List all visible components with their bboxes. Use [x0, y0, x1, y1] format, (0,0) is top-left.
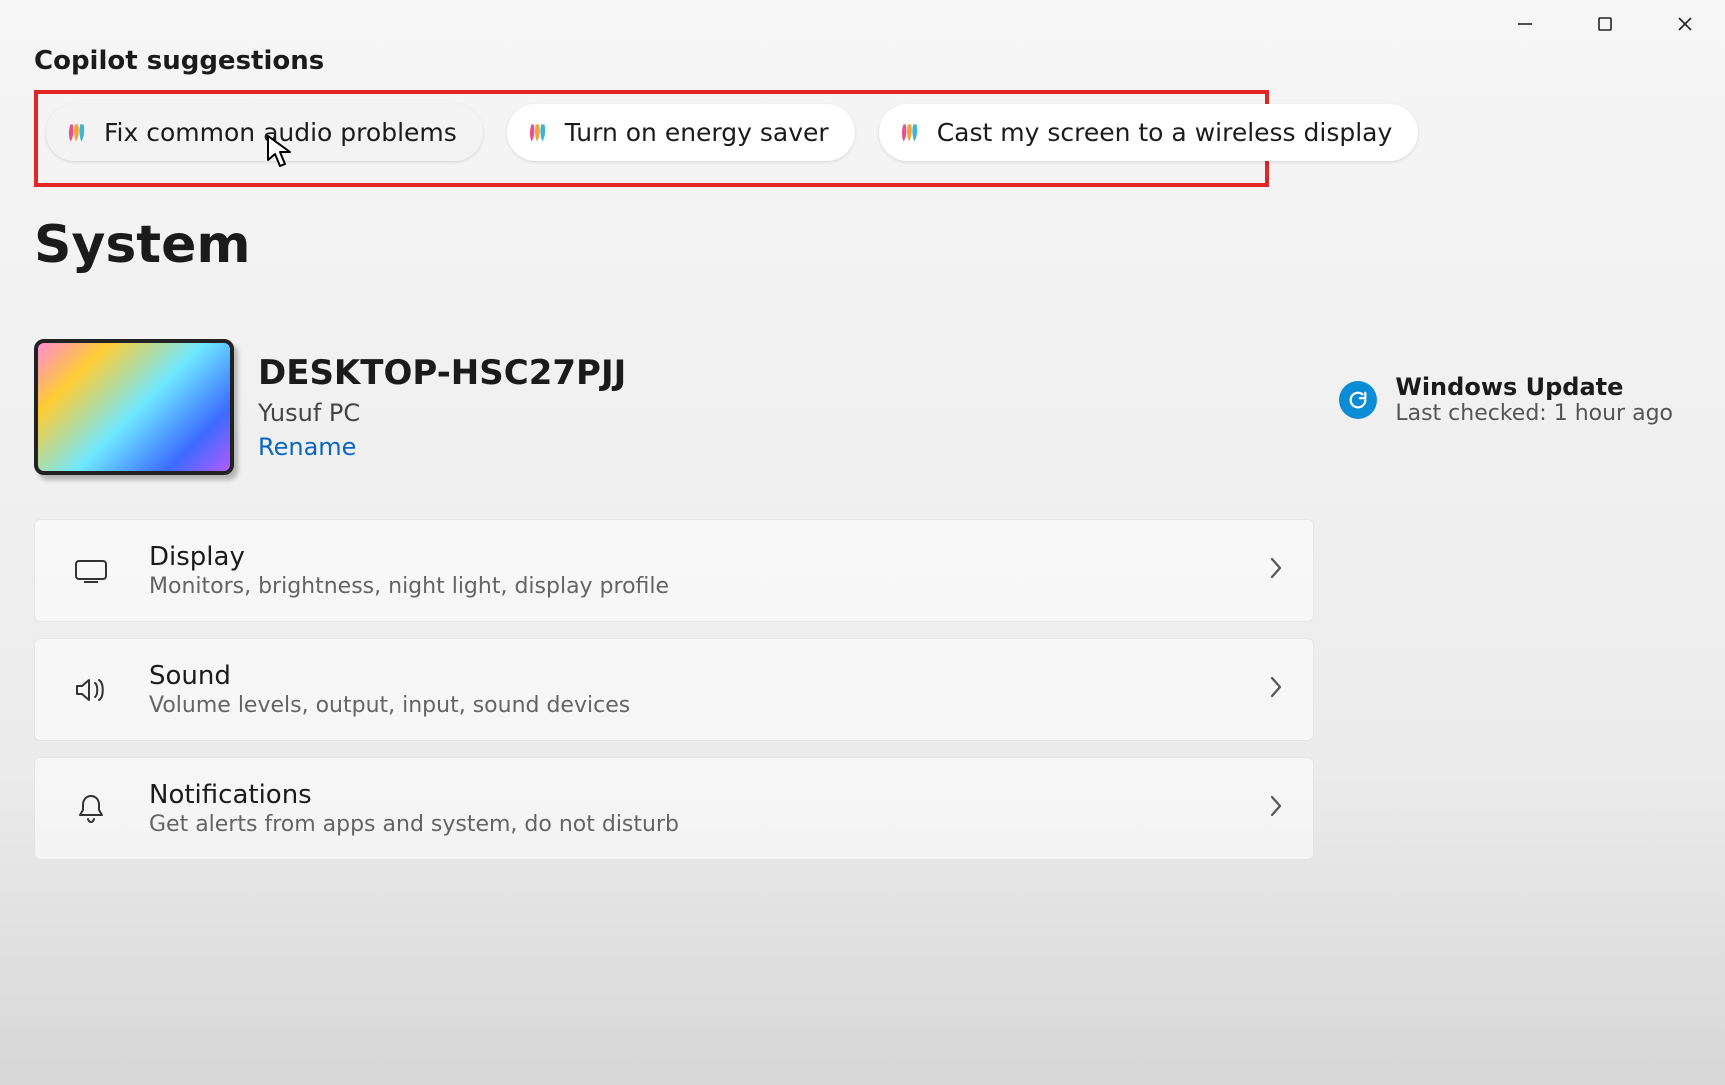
maximize-button[interactable] [1583, 8, 1627, 40]
page-title: System [34, 215, 1691, 275]
settings-card-list: Display Monitors, brightness, night ligh… [34, 519, 1691, 860]
update-text: Windows Update Last checked: 1 hour ago [1395, 373, 1673, 426]
chevron-right-icon [1269, 557, 1283, 585]
chevron-right-icon [1269, 795, 1283, 823]
bell-icon [69, 793, 113, 825]
copilot-chip-audio[interactable]: Fix common audio problems [46, 104, 483, 161]
copilot-chip-energy[interactable]: Turn on energy saver [507, 104, 855, 161]
window-controls [1503, 8, 1707, 40]
windows-update-title: Windows Update [1395, 373, 1673, 401]
chevron-right-icon [1269, 676, 1283, 704]
minimize-button[interactable] [1503, 8, 1547, 40]
copilot-suggestions-highlight: Fix common audio problems Turn on energy… [34, 90, 1269, 187]
card-title: Sound [149, 661, 1233, 691]
sound-icon [69, 675, 113, 705]
windows-update-block[interactable]: Windows Update Last checked: 1 hour ago [1339, 373, 1673, 426]
maximize-icon [1597, 16, 1613, 32]
minimize-icon [1517, 16, 1533, 32]
chip-label: Fix common audio problems [104, 118, 457, 147]
display-icon [69, 557, 113, 585]
chip-label: Cast my screen to a wireless display [937, 118, 1393, 147]
device-meta: DESKTOP-HSC27PJJ Yusuf PC Rename [258, 353, 626, 461]
settings-item-sound[interactable]: Sound Volume levels, output, input, soun… [34, 638, 1314, 741]
device-name: DESKTOP-HSC27PJJ [258, 353, 626, 393]
card-title: Display [149, 542, 1233, 572]
close-icon [1677, 16, 1693, 32]
chip-label: Turn on energy saver [565, 118, 829, 147]
refresh-icon [1339, 381, 1377, 419]
copilot-icon [897, 120, 923, 146]
card-subtitle: Volume levels, output, input, sound devi… [149, 693, 1233, 718]
device-subtitle: Yusuf PC [258, 399, 626, 427]
rename-link[interactable]: Rename [258, 433, 626, 461]
desktop-wallpaper-thumbnail[interactable] [34, 339, 234, 475]
close-button[interactable] [1663, 8, 1707, 40]
settings-item-notifications[interactable]: Notifications Get alerts from apps and s… [34, 757, 1314, 860]
card-title: Notifications [149, 780, 1233, 810]
copilot-suggestions-header: Copilot suggestions [34, 46, 1691, 76]
device-info-row: DESKTOP-HSC27PJJ Yusuf PC Rename Windows… [34, 339, 1691, 475]
main-content: Copilot suggestions Fix common audio pro… [0, 0, 1725, 860]
windows-update-subtitle: Last checked: 1 hour ago [1395, 401, 1673, 426]
card-subtitle: Monitors, brightness, night light, displ… [149, 574, 1233, 599]
copilot-chip-cast[interactable]: Cast my screen to a wireless display [879, 104, 1419, 161]
card-subtitle: Get alerts from apps and system, do not … [149, 812, 1233, 837]
copilot-icon [64, 120, 90, 146]
settings-item-display[interactable]: Display Monitors, brightness, night ligh… [34, 519, 1314, 622]
copilot-icon [525, 120, 551, 146]
